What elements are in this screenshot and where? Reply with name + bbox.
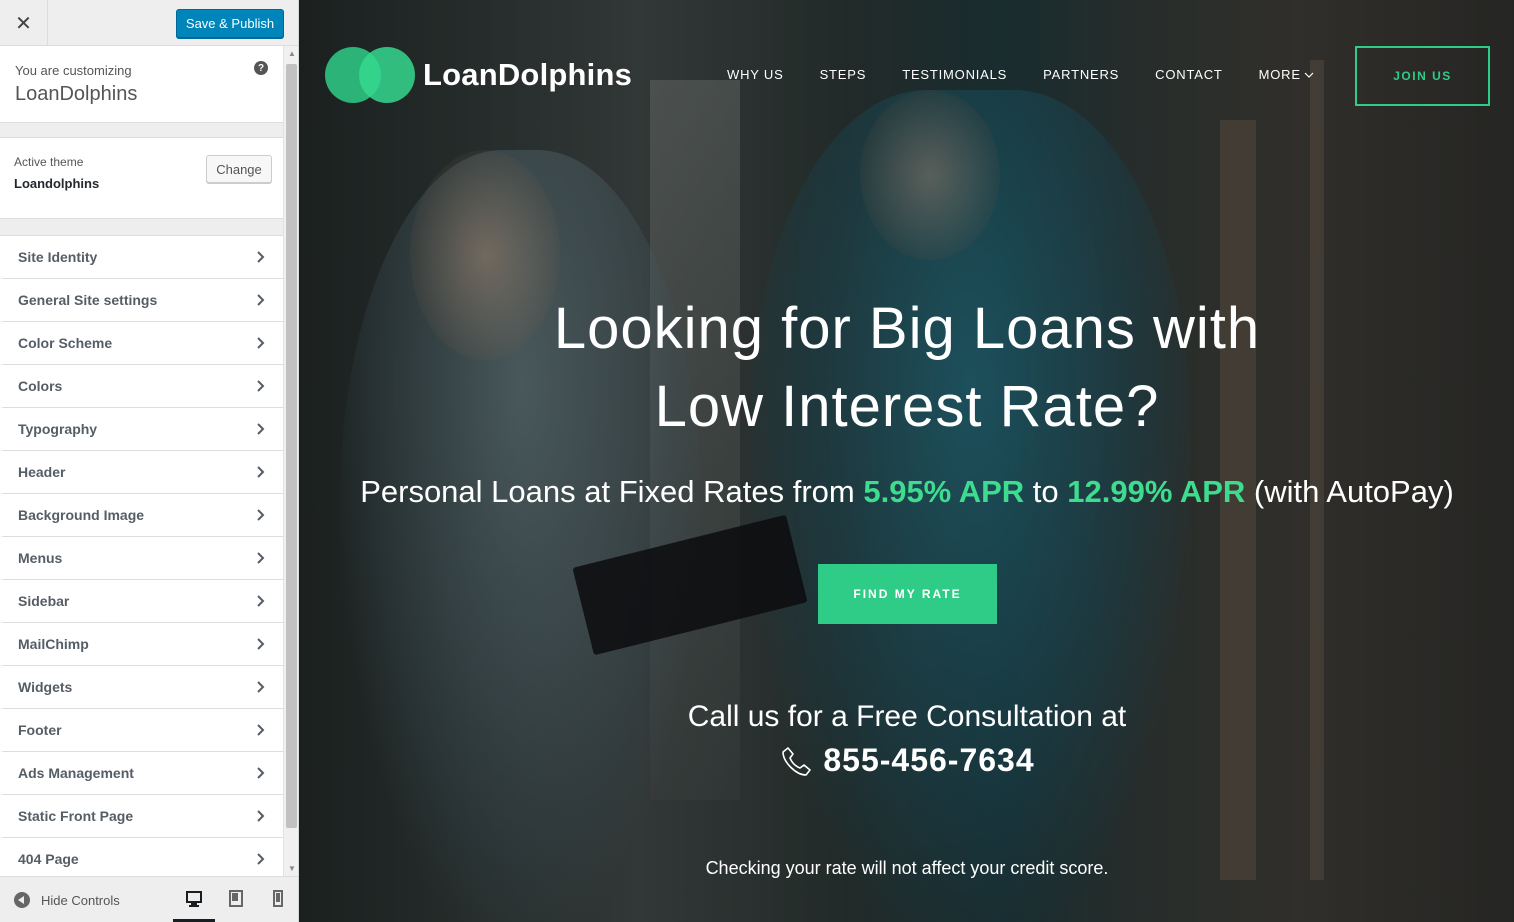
credit-disclaimer: Checking your rate will not affect your … [705, 858, 1109, 878]
rate-low: 5.95% APR [863, 474, 1025, 509]
desktop-preview-icon[interactable] [186, 890, 202, 908]
panel-item-label: MailChimp [18, 636, 89, 652]
close-icon[interactable]: ✕ [0, 0, 48, 46]
nav-why-us[interactable]: WHY US [727, 67, 784, 82]
panel-item-background-image[interactable]: Background Image [0, 494, 283, 537]
site-preview: LoanDolphins WHY US STEPS TESTIMONIALS P… [300, 0, 1514, 922]
chevron-right-icon [257, 767, 265, 779]
hero-headline-line2: Low Interest Rate? [654, 374, 1160, 439]
chevron-right-icon [257, 466, 265, 478]
nav-contact[interactable]: CONTACT [1155, 67, 1222, 82]
find-my-rate-button[interactable]: FIND MY RATE [818, 564, 997, 624]
chevron-right-icon [257, 337, 265, 349]
nav-more[interactable]: MORE [1259, 67, 1314, 82]
chevron-right-icon [257, 595, 265, 607]
customizing-info: You are customizing LoanDolphins ? [0, 46, 283, 123]
customizer-sidebar: ✕ Save & Publish You are customizing Loa… [0, 0, 299, 922]
customizer-panels-scroll[interactable]: You are customizing LoanDolphins ? Activ… [0, 46, 283, 876]
chevron-right-icon [257, 724, 265, 736]
change-theme-button[interactable]: Change [206, 155, 272, 183]
chevron-right-icon [257, 853, 265, 865]
phone-row: 855-456-7634 [300, 742, 1514, 779]
site-logo[interactable]: LoanDolphins [325, 47, 632, 103]
sidebar-scrollbar[interactable]: ▲ ▼ [283, 46, 298, 876]
chevron-right-icon [257, 810, 265, 822]
main-nav: WHY US STEPS TESTIMONIALS PARTNERS CONTA… [727, 67, 1350, 82]
nav-testimonials[interactable]: TESTIMONIALS [902, 67, 1007, 82]
save-publish-button[interactable]: Save & Publish [176, 9, 284, 38]
panel-item-static-front-page[interactable]: Static Front Page [0, 795, 283, 838]
panel-item-menus[interactable]: Menus [0, 537, 283, 580]
logo-text: LoanDolphins [423, 57, 633, 92]
phone-number[interactable]: 855-456-7634 [823, 742, 1034, 779]
chevron-right-icon [257, 380, 265, 392]
panel-item-label: Widgets [18, 679, 73, 695]
mobile-preview-icon[interactable] [270, 890, 286, 908]
chevron-right-icon [257, 251, 265, 263]
panel-item-404-page[interactable]: 404 Page [0, 838, 283, 876]
panel-item-label: Menus [18, 550, 63, 566]
call-us-text: Call us for a Free Consultation at [687, 700, 1127, 733]
subline-prefix: Personal Loans at Fixed Rates from [360, 474, 864, 509]
join-us-button[interactable]: JOIN US [1355, 46, 1490, 106]
panel-item-site-identity[interactable]: Site Identity [0, 236, 283, 279]
chevron-right-icon [257, 681, 265, 693]
phone-icon [782, 746, 812, 776]
panel-item-label: Typography [18, 421, 98, 437]
hero-subheadline: Personal Loans at Fixed Rates from 5.95%… [300, 474, 1514, 510]
subline-suffix: (with AutoPay) [1245, 474, 1454, 509]
chevron-right-icon [257, 294, 265, 306]
hide-controls-label: Hide Controls [41, 892, 120, 908]
hero-headline: Looking for Big Loans with Low Interest … [300, 290, 1514, 446]
panel-item-label: Background Image [18, 507, 145, 523]
panel-list: Site Identity General Site settings Color … [0, 235, 283, 876]
panel-item-mailchimp[interactable]: MailChimp [0, 623, 283, 666]
scroll-up-icon[interactable]: ▲ [288, 49, 296, 58]
collapse-arrow-icon [14, 892, 30, 908]
rate-high: 12.99% APR [1067, 474, 1246, 509]
panel-item-label: Static Front Page [18, 808, 134, 824]
hide-controls-button[interactable]: Hide Controls [14, 892, 120, 908]
active-theme-section: Active theme Loandolphins Change [0, 137, 283, 219]
panel-item-colors[interactable]: Colors [0, 365, 283, 408]
panel-item-typography[interactable]: Typography [0, 408, 283, 451]
panel-item-label: Color Scheme [18, 335, 113, 351]
panel-item-general-site-settings[interactable]: General Site settings [0, 279, 283, 322]
panel-item-ads-management[interactable]: Ads Management [0, 752, 283, 795]
chevron-right-icon [257, 552, 265, 564]
panel-item-footer[interactable]: Footer [0, 709, 283, 752]
panel-item-label: Footer [18, 722, 62, 738]
subline-middle: to [1024, 474, 1068, 509]
panel-item-label: Sidebar [18, 593, 70, 609]
panel-item-sidebar[interactable]: Sidebar [0, 580, 283, 623]
chevron-right-icon [257, 509, 265, 521]
panel-item-label: General Site settings [18, 292, 158, 308]
nav-more-label: MORE [1258, 67, 1301, 82]
panel-item-header[interactable]: Header [0, 451, 283, 494]
chevron-down-icon [1304, 72, 1314, 78]
help-icon[interactable]: ? [254, 61, 268, 75]
tablet-preview-icon[interactable] [228, 890, 244, 908]
scrollbar-thumb[interactable] [286, 64, 297, 828]
site-title: LoanDolphins [15, 83, 138, 105]
nav-partners[interactable]: PARTNERS [1043, 67, 1119, 82]
customizing-label: You are customizing [15, 63, 132, 78]
chevron-right-icon [257, 423, 265, 435]
logo-circles-icon [325, 47, 415, 103]
customizer-header: ✕ Save & Publish [0, 0, 298, 46]
panel-item-label: Site Identity [18, 249, 98, 265]
panel-item-label: Colors [18, 378, 63, 394]
scroll-down-icon[interactable]: ▼ [288, 864, 296, 873]
panel-item-color-scheme[interactable]: Color Scheme [0, 322, 283, 365]
nav-steps[interactable]: STEPS [820, 67, 867, 82]
panel-item-widgets[interactable]: Widgets [0, 666, 283, 709]
panel-item-label: Ads Management [18, 765, 134, 781]
panel-item-label: Header [18, 464, 66, 480]
chevron-right-icon [257, 638, 265, 650]
hero-photo-person-right-head [860, 90, 1000, 260]
hero-headline-line1: Looking for Big Loans with [553, 296, 1261, 361]
panel-item-label: 404 Page [18, 851, 79, 867]
customizer-footer: Hide Controls [0, 876, 298, 922]
